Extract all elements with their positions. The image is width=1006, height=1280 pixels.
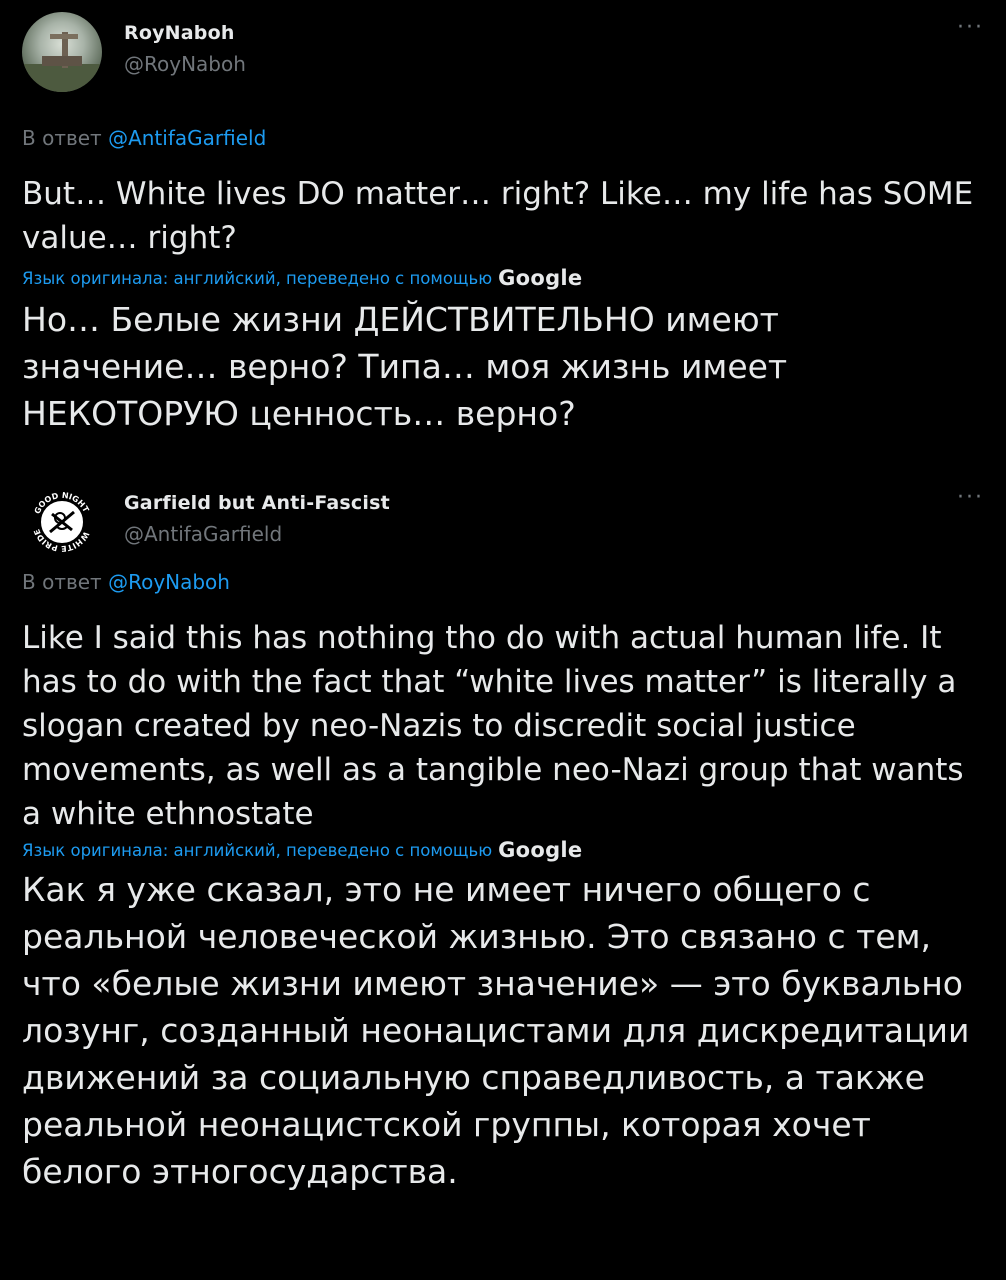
- display-name[interactable]: Garfield but Anti-Fascist: [124, 492, 390, 514]
- reply-prefix: В ответ: [22, 126, 102, 150]
- google-logo: Google: [498, 838, 583, 862]
- author-names: RoyNaboh @RoyNaboh: [124, 22, 246, 76]
- tweet-header: GOOD NIGHT WHITE PRIDE Garfield but Anti…: [22, 470, 984, 566]
- translated-text: Но… Белые жизни ДЕЙСТВИТЕЛЬНО имеют знач…: [22, 300, 788, 433]
- avatar[interactable]: [22, 12, 102, 92]
- reply-prefix: В ответ: [22, 570, 102, 594]
- translation-note[interactable]: Язык оригинала: английский, переведено с…: [22, 269, 492, 288]
- author-names: Garfield but Anti-Fascist @AntifaGarfiel…: [124, 492, 390, 546]
- tweet: RoyNaboh @RoyNaboh ··· В ответ @AntifaGa…: [0, 0, 1006, 470]
- translation-attribution: Язык оригинала: английский, переведено с…: [22, 838, 984, 862]
- reply-to-link[interactable]: @AntifaGarfield: [108, 126, 266, 150]
- translation-attribution: Язык оригинала: английский, переведено с…: [22, 266, 984, 290]
- tweet-header: RoyNaboh @RoyNaboh: [22, 0, 984, 96]
- reply-to-link[interactable]: @RoyNaboh: [108, 570, 230, 594]
- more-horizontal-icon[interactable]: ···: [957, 17, 984, 39]
- tweet-text: But… White lives DO matter… right? Like……: [22, 176, 974, 256]
- display-name[interactable]: RoyNaboh: [124, 22, 246, 44]
- user-handle[interactable]: @AntifaGarfield: [124, 522, 390, 546]
- tweet-text: Like I said this has nothing tho do with…: [22, 620, 964, 832]
- user-handle[interactable]: @RoyNaboh: [124, 52, 246, 76]
- translation-note[interactable]: Язык оригинала: английский, переведено с…: [22, 841, 492, 860]
- tweet: GOOD NIGHT WHITE PRIDE Garfield but Anti…: [0, 470, 1006, 1280]
- more-horizontal-icon[interactable]: ···: [957, 487, 984, 509]
- translated-text: Как я уже сказал, это не имеет ничего об…: [22, 870, 970, 1191]
- avatar[interactable]: GOOD NIGHT WHITE PRIDE: [22, 482, 102, 562]
- reply-context: В ответ @AntifaGarfield: [22, 126, 984, 150]
- google-logo: Google: [498, 266, 583, 290]
- reply-context: В ответ @RoyNaboh: [22, 570, 984, 594]
